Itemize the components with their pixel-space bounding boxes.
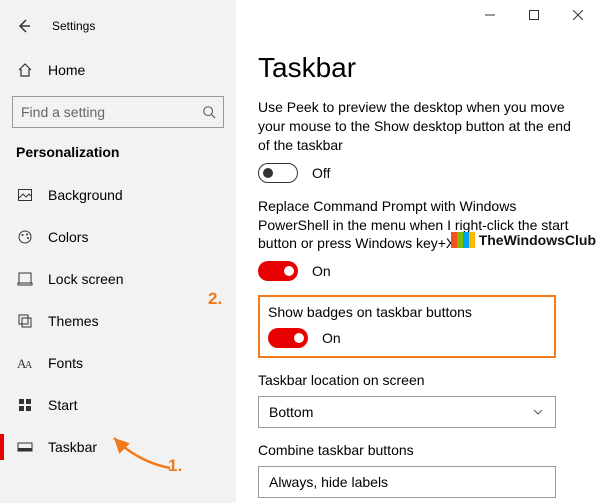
annotation-two: 2. xyxy=(208,289,222,309)
sidebar-item-home[interactable]: Home xyxy=(0,50,236,90)
setting-peek: Use Peek to preview the desktop when you… xyxy=(258,98,580,183)
start-icon xyxy=(16,397,34,413)
app-title: Settings xyxy=(52,19,95,33)
search-field[interactable] xyxy=(21,104,202,120)
select-label: Taskbar location on screen xyxy=(258,372,580,388)
toggle-state: Off xyxy=(312,165,330,181)
toggle-state: On xyxy=(312,263,331,279)
close-icon xyxy=(573,10,583,20)
sidebar-item-fonts[interactable]: AA Fonts xyxy=(0,342,236,384)
sidebar: Settings Home Personalization Background… xyxy=(0,0,236,503)
chevron-down-icon xyxy=(531,406,545,418)
nav-label: Lock screen xyxy=(48,271,123,287)
select-value: Bottom xyxy=(269,404,313,420)
toggle-powershell[interactable] xyxy=(258,261,298,281)
page-title: Taskbar xyxy=(258,52,580,84)
category-heading: Personalization xyxy=(0,138,236,174)
nav-label: Colors xyxy=(48,229,88,245)
sidebar-item-taskbar[interactable]: Taskbar xyxy=(0,426,236,468)
svg-text:A: A xyxy=(25,360,33,370)
search-icon xyxy=(202,105,216,119)
nav-label: Background xyxy=(48,187,123,203)
watermark: TheWindowsClub xyxy=(451,232,596,248)
close-button[interactable] xyxy=(556,0,600,30)
sidebar-item-start[interactable]: Start xyxy=(0,384,236,426)
toggle-badges[interactable] xyxy=(268,328,308,348)
lock-screen-icon xyxy=(16,271,34,287)
toggle-peek[interactable] xyxy=(258,163,298,183)
setting-location: Taskbar location on screen Bottom xyxy=(258,372,580,428)
select-taskbar-location[interactable]: Bottom xyxy=(258,396,556,428)
setting-combine: Combine taskbar buttons Always, hide lab… xyxy=(258,442,580,498)
setting-desc: Show badges on taskbar buttons xyxy=(268,303,546,322)
toggle-state: On xyxy=(322,330,341,346)
nav-label: Fonts xyxy=(48,355,83,371)
maximize-icon xyxy=(529,10,539,20)
search-input[interactable] xyxy=(12,96,224,128)
arrow-left-icon xyxy=(16,18,32,34)
main-content: Taskbar Use Peek to preview the desktop … xyxy=(236,0,600,503)
maximize-button[interactable] xyxy=(512,0,556,30)
select-label: Combine taskbar buttons xyxy=(258,442,580,458)
watermark-text: TheWindowsClub xyxy=(479,232,596,248)
setting-desc: Use Peek to preview the desktop when you… xyxy=(258,98,580,155)
picture-icon xyxy=(16,187,34,203)
select-combine-buttons[interactable]: Always, hide labels xyxy=(258,466,556,498)
minimize-icon xyxy=(485,10,495,20)
nav-label: Themes xyxy=(48,313,99,329)
themes-icon xyxy=(16,313,34,329)
home-label: Home xyxy=(48,62,85,78)
sidebar-item-themes[interactable]: Themes xyxy=(0,300,236,342)
nav-label: Start xyxy=(48,397,78,413)
select-value: Always, hide labels xyxy=(269,474,388,490)
minimize-button[interactable] xyxy=(468,0,512,30)
palette-icon xyxy=(16,229,34,245)
annotation-one: 1. xyxy=(168,456,182,476)
highlighted-setting: Show badges on taskbar buttons On xyxy=(258,295,556,358)
taskbar-icon xyxy=(16,439,34,455)
home-icon xyxy=(16,62,34,78)
sidebar-item-background[interactable]: Background xyxy=(0,174,236,216)
fonts-icon: AA xyxy=(16,356,34,370)
sidebar-item-colors[interactable]: Colors xyxy=(0,216,236,258)
windows-flag-icon xyxy=(451,232,475,248)
sidebar-item-lockscreen[interactable]: Lock screen xyxy=(0,258,236,300)
back-button[interactable] xyxy=(10,12,38,40)
nav-label: Taskbar xyxy=(48,439,97,455)
